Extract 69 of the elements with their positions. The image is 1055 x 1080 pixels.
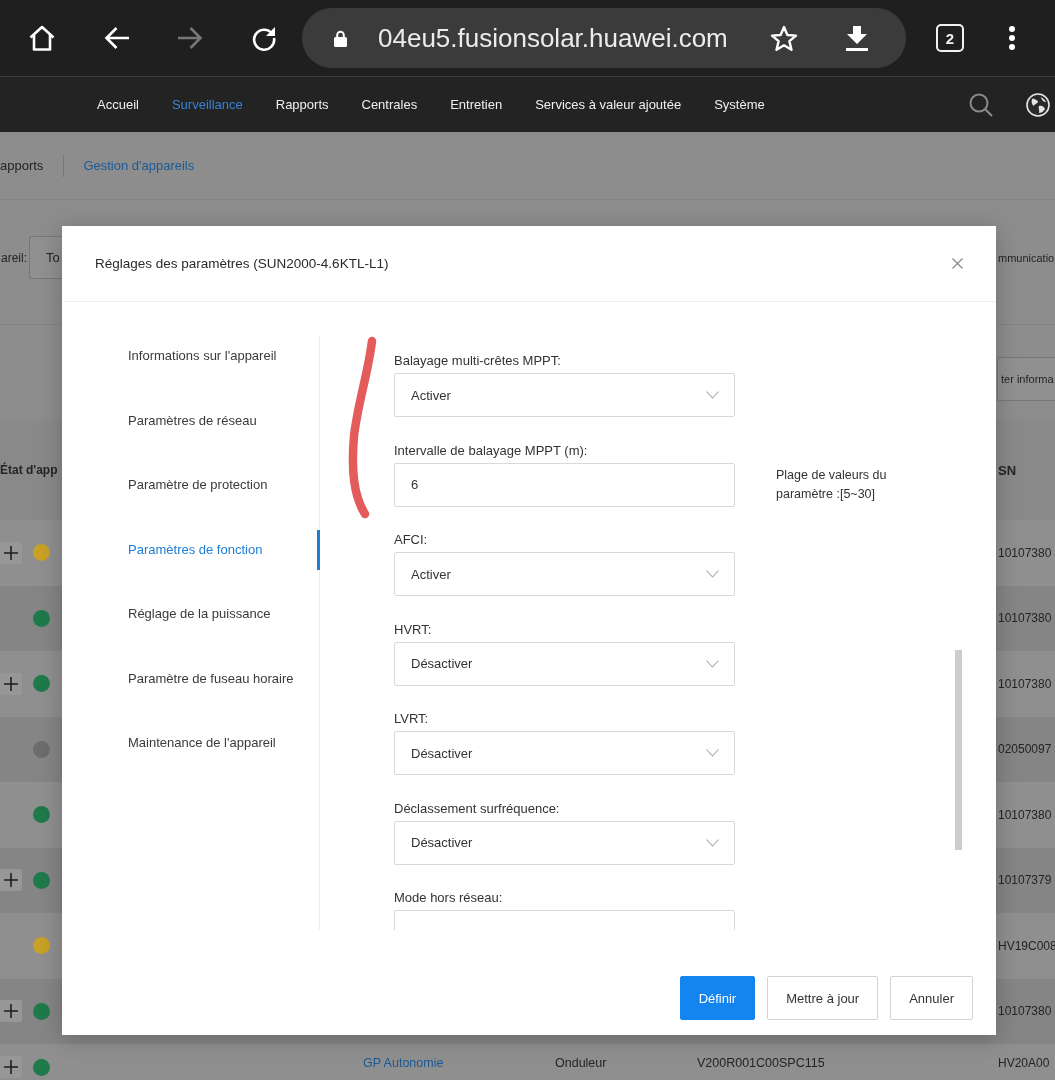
dropdown[interactable]: Activer — [394, 552, 735, 596]
forward-arrow-icon[interactable] — [177, 26, 203, 50]
nav-tab[interactable]: Services à valeur ajoutée — [535, 97, 682, 112]
nav-tab[interactable]: Centrales — [361, 97, 418, 112]
home-icon[interactable] — [28, 24, 56, 52]
table-cell-text: V200R001C00SPC115 — [697, 1056, 826, 1070]
more-menu-icon[interactable] — [1009, 26, 1015, 50]
nav-tab[interactable]: Entretien — [450, 97, 503, 112]
column-header: État d'app — [0, 463, 59, 477]
hint-text: Plage de valeurs du paramètre :[5~30] — [776, 466, 888, 503]
filter-label: mmunicatio — [997, 250, 1055, 266]
input-field[interactable]: 6 — [394, 462, 735, 507]
table-cell-text: 10107379 — [997, 873, 1053, 888]
sidebar-item[interactable]: Paramètre de fuseau horaire — [62, 658, 320, 699]
url-text: 04eu5.fusionsolar.huawei.com — [378, 22, 728, 54]
sidebar-item[interactable]: Réglage de la puissance — [62, 594, 320, 634]
column-header: SN — [997, 462, 1018, 478]
plus-icon[interactable] — [0, 1056, 22, 1078]
table-cell-text: Onduleur — [555, 1056, 608, 1070]
download-icon[interactable] — [845, 25, 869, 51]
reload-icon[interactable] — [251, 25, 277, 51]
table-cell-text: HV20A00 — [997, 1056, 1051, 1070]
toolbar-button[interactable]: ter informa — [997, 357, 1055, 401]
scrollbar-thumb[interactable] — [955, 650, 962, 850]
breadcrumb-link[interactable]: apports — [0, 158, 44, 173]
dialog-button[interactable]: Annuler — [890, 976, 973, 1020]
table-cell-text: 10107380 — [997, 545, 1053, 560]
sidebar-item[interactable]: Paramètres de réseau — [62, 400, 320, 441]
field-label: Mode hors réseau: — [394, 889, 503, 907]
table-cell-text: 10107380 — [997, 807, 1053, 822]
plus-icon[interactable] — [0, 1000, 22, 1023]
dropdown[interactable]: Désactiver — [394, 731, 735, 775]
field-label: Déclassement surfréquence: — [394, 799, 560, 818]
plus-icon[interactable] — [0, 869, 22, 892]
globe-icon[interactable] — [1026, 92, 1050, 117]
lock-icon — [334, 29, 347, 47]
sidebar-item[interactable]: Maintenance de l'appareil — [62, 723, 320, 763]
plus-icon[interactable] — [0, 541, 22, 564]
address-bar[interactable]: 04eu5.fusionsolar.huawei.com — [302, 8, 906, 68]
field-label: Intervalle de balayage MPPT (m): — [394, 441, 588, 460]
filter-label: areil: — [0, 250, 28, 265]
field-label: LVRT: — [394, 710, 429, 728]
close-icon[interactable] — [952, 258, 963, 269]
table-cell-text: 10107380 — [997, 676, 1053, 691]
table-cell-text: 10107380 — [997, 1004, 1053, 1019]
nav-tab[interactable]: Surveillance — [171, 97, 243, 112]
sidebar-item[interactable]: Paramètres de fonction — [62, 529, 320, 570]
table-cell-text: 02050097 — [997, 742, 1053, 757]
dialog-title: Réglages des paramètres (SUN2000-4.6KTL-L1) — [95, 256, 390, 271]
dropdown[interactable]: Désactiver — [394, 820, 735, 865]
field-label: AFCI: — [394, 531, 428, 549]
dialog-button[interactable]: Définir — [679, 976, 756, 1020]
sidebar-item[interactable]: Informations sur l'appareil — [62, 336, 320, 376]
table-cell-text: 10107380 — [997, 611, 1053, 626]
back-arrow-icon[interactable] — [104, 26, 130, 50]
star-icon[interactable] — [770, 24, 798, 52]
nav-tab[interactable]: Accueil — [97, 97, 139, 112]
nav-tab[interactable]: Système — [714, 97, 765, 112]
search-icon[interactable] — [969, 92, 993, 117]
dropdown[interactable]: To — [29, 236, 62, 279]
nav-tab[interactable]: Rapports — [275, 97, 329, 112]
dropdown[interactable]: Activer — [394, 373, 735, 417]
plus-icon[interactable] — [0, 672, 22, 695]
sidebar-item[interactable]: Paramètre de protection — [62, 465, 320, 505]
tab-switcher-button[interactable]: 2 — [936, 24, 964, 52]
field-label: HVRT: — [394, 620, 432, 639]
field-label: Balayage multi-crêtes MPPT: — [394, 352, 561, 370]
dialog-button[interactable]: Mettre à jour — [767, 976, 879, 1020]
dropdown[interactable]: Désactiver — [394, 641, 735, 686]
